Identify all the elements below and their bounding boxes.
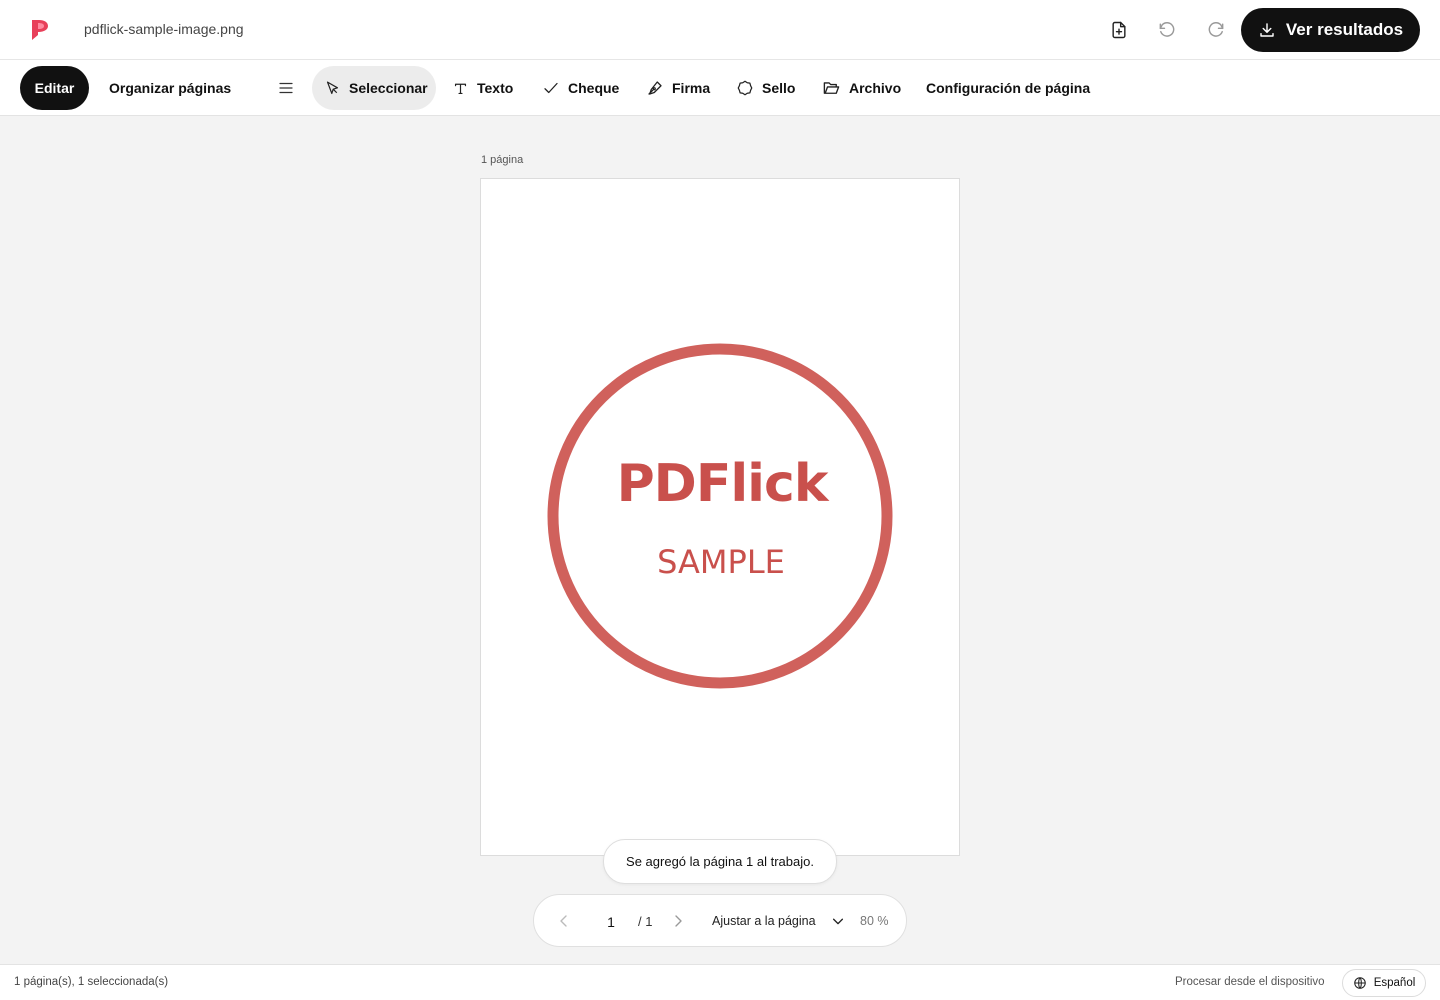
- view-results-label: Ver resultados: [1285, 20, 1404, 39]
- seal-icon: [737, 80, 753, 96]
- page-count: 1 página: [481, 154, 524, 166]
- toast-message: Se agregó la página 1 al trabajo.: [626, 854, 814, 869]
- redo-icon[interactable]: [1204, 18, 1228, 42]
- page-sheet[interactable]: PDFlick SAMPLE: [480, 178, 960, 856]
- tool-file-label: Archivo: [849, 80, 902, 96]
- stamp-title: PDFlick: [617, 454, 830, 514]
- tab-organize-pages[interactable]: Organizar páginas: [109, 66, 231, 110]
- language-label: Español: [1373, 977, 1416, 989]
- total-pages: / 1: [638, 914, 653, 929]
- editor-toolbar: Editar Organizar páginas Seleccionar Tex…: [0, 60, 1440, 116]
- chevron-down-icon[interactable]: [831, 914, 845, 928]
- text-icon: [454, 83, 467, 94]
- page-navigator: / 1 Ajustar a la página 80 %: [533, 894, 907, 947]
- chevron-right-icon[interactable]: [670, 913, 686, 929]
- chevron-left-icon[interactable]: [556, 913, 572, 929]
- folder-icon: [823, 81, 840, 94]
- tool-page-config-button[interactable]: Configuración de página: [926, 66, 1090, 110]
- selection-status: 1 página(s), 1 seleccionada(s): [14, 976, 169, 988]
- tab-edit[interactable]: Editar: [20, 66, 89, 110]
- view-results-button[interactable]: Ver resultados: [1241, 8, 1420, 52]
- tool-text-button[interactable]: Texto: [452, 66, 513, 110]
- menu-icon[interactable]: [274, 66, 298, 110]
- current-page-input[interactable]: [598, 912, 624, 932]
- fit-to-page-select[interactable]: Ajustar a la página: [712, 914, 816, 928]
- download-icon: [1260, 23, 1274, 37]
- toast-notification: Se agregó la página 1 al trabajo.: [603, 839, 837, 884]
- tool-select-label: Seleccionar: [349, 80, 428, 96]
- pen-icon: [648, 81, 662, 95]
- cursor-icon: [326, 81, 339, 94]
- tool-file-button[interactable]: Archivo: [822, 66, 901, 110]
- tab-organize-label: Organizar páginas: [109, 80, 232, 96]
- sample-stamp-image[interactable]: PDFlick SAMPLE: [545, 341, 895, 691]
- tool-seal-button[interactable]: Sello: [736, 66, 795, 110]
- zoom-level: 80 %: [860, 914, 889, 928]
- add-file-icon[interactable]: [1107, 18, 1131, 42]
- tool-select-button[interactable]: Seleccionar: [312, 66, 436, 110]
- stamp-subtitle: SAMPLE: [657, 543, 785, 581]
- tab-edit-label: Editar: [34, 80, 75, 96]
- file-name: pdflick-sample-image.png: [84, 21, 244, 37]
- language-button[interactable]: Español: [1342, 969, 1426, 997]
- status-bar: 1 página(s), 1 seleccionada(s) Procesar …: [0, 964, 1440, 1000]
- check-icon: [544, 82, 558, 94]
- tool-seal-label: Sello: [762, 80, 796, 96]
- process-on-device-link[interactable]: Procesar desde el dispositivo: [1175, 976, 1325, 988]
- pdflick-logo-icon[interactable]: [28, 18, 52, 42]
- tool-text-label: Texto: [477, 80, 514, 96]
- globe-icon: [1353, 977, 1366, 989]
- tool-sign-button[interactable]: Firma: [646, 66, 710, 110]
- tool-sign-label: Firma: [672, 80, 711, 96]
- tool-check-label: Cheque: [568, 80, 620, 96]
- tool-page-config-label: Configuración de página: [926, 80, 1091, 96]
- top-bar: pdflick-sample-image.png Ver resultados: [0, 0, 1440, 60]
- tool-check-button[interactable]: Cheque: [542, 66, 619, 110]
- undo-icon[interactable]: [1155, 18, 1179, 42]
